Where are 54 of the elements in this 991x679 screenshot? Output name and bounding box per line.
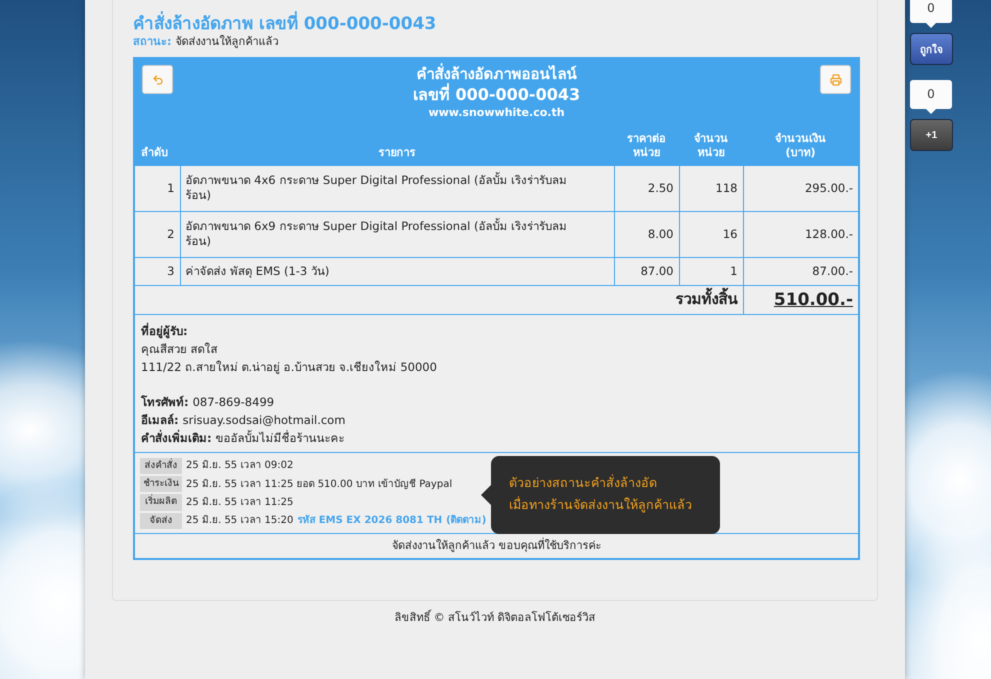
page-title: คำสั่งล้างอัดภาพ เลขที่ 000-000-0043 xyxy=(133,13,857,36)
print-button[interactable] xyxy=(820,65,852,94)
timeline-text: 25 มิ.ย. 55 เวลา 11:25 ยอด 510.00 บาท เข้าบัญชี Paypal xyxy=(186,478,452,491)
table-cell: 2 xyxy=(134,211,180,258)
bubble-pointer xyxy=(926,23,936,28)
timeline-label: ชำระเงิน xyxy=(140,476,182,492)
plus-one-button[interactable]: +1 xyxy=(910,119,953,151)
total-label: รวมทั้งสิ้น xyxy=(134,285,743,314)
recipient-label: ที่อยู่ผู้รับ: xyxy=(141,322,189,340)
undo-arrow-icon xyxy=(152,74,164,86)
table-cell: อัดภาพขนาด 4x6 กระดาษ Super Digital Professional (อัลบั้ม เริงร่ารับลมร้อน) xyxy=(180,165,614,212)
column-header: จำนวน หน่วย xyxy=(679,132,743,166)
timeline-text: 25 มิ.ย. 55 เวลา 09:02 xyxy=(186,459,294,472)
table-cell: 1 xyxy=(679,257,743,286)
tooltip: ตัวอย่างสถานะคำสั่งล้างอัด เมื่อทางร้านจัดส่งงานให้ลูกค้าแล้ว xyxy=(491,456,720,534)
bubble-pointer xyxy=(926,109,936,114)
recipient-name: คุณสีสวย สดใส xyxy=(141,340,219,358)
field-value: ขออัลบั้มไม่มีชื่อร้านนะคะ xyxy=(216,429,345,447)
field-label: โทรศัพท์: xyxy=(141,394,189,411)
timeline-text: 25 มิ.ย. 55 เวลา 11:25 xyxy=(186,496,294,509)
order-heading: คำสั่งล้างอัดภาพออนไลน์ xyxy=(416,65,577,84)
website-text: www.snowwhite.co.th xyxy=(428,106,565,120)
field-label: คำสั่งเพิ่มเติม: xyxy=(141,428,212,447)
status-label: สถานะ: xyxy=(133,35,172,48)
column-header: ราคาต่อ หน่วย xyxy=(614,132,679,166)
table-cell: อัดภาพขนาด 6x9 กระดาษ Super Digital Professional (อัลบั้ม เริงร่ารับลมร้อน) xyxy=(180,211,614,258)
count-bubble: 0 xyxy=(910,80,952,109)
timeline-label: จัดส่ง xyxy=(140,512,182,529)
table-cell: 16 xyxy=(679,211,743,258)
table-cell: 3 xyxy=(134,257,180,286)
field-label: อีเมลล์: xyxy=(141,412,179,429)
column-header: รายการ xyxy=(180,132,614,166)
copyright-text: ลิขสิทธิ์ © สโนว์ไวท์ ดิจิตอลโฟโต้เซอร์วิส xyxy=(394,610,596,626)
timeline-text: 25 มิ.ย. 55 เวลา 15:20 xyxy=(186,514,294,528)
back-button[interactable] xyxy=(142,65,173,94)
table-cell: 1 xyxy=(134,165,180,212)
field-value: srisuay.sodsai@hotmail.com xyxy=(182,412,346,429)
column-header: ลำดับ xyxy=(134,132,180,166)
table-cell: 8.00 xyxy=(614,211,679,258)
field-value: 087-869-8499 xyxy=(192,394,274,411)
like-button[interactable]: ถูกใจ xyxy=(910,33,953,65)
table-cell: 2.50 xyxy=(614,165,679,212)
status-text: จัดส่งงานให้ลูกค้าแล้ว xyxy=(175,35,278,48)
table-cell: 118 xyxy=(679,165,743,212)
recipient-address: 111/22 ถ.สายใหม่ ต.น่าอยู่ อ.บ้านสวย จ.เชียงใหม่ 50000 xyxy=(141,358,438,376)
timeline-label: เริ่มผลิต xyxy=(140,494,182,511)
table-cell: 87.00 xyxy=(614,257,679,286)
table-cell: ค่าจัดส่ง พัสดุ EMS (1-3 วัน) xyxy=(180,257,614,286)
timeline-label: ส่งคำสั่ง xyxy=(140,458,182,474)
count-bubble: 0 xyxy=(910,0,952,23)
table-cell: 295.00.- xyxy=(743,165,860,212)
column-header: จำนวนเงิน (บาท) xyxy=(743,132,860,166)
printer-icon xyxy=(830,74,842,86)
order-number: เลขที่ 000-000-0043 xyxy=(412,84,580,106)
